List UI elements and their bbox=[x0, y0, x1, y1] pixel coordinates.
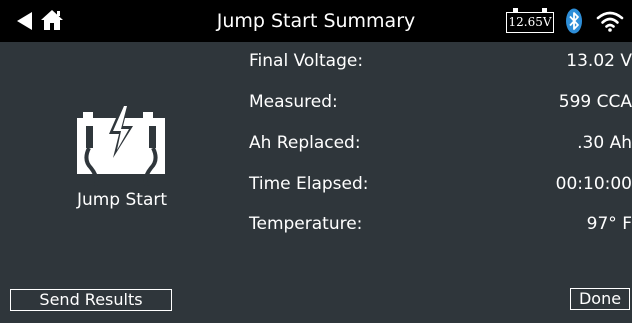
back-arrow-icon[interactable] bbox=[14, 11, 36, 31]
result-label: Final Voltage: bbox=[249, 51, 364, 71]
jump-start-icon bbox=[73, 100, 171, 187]
result-row-final-voltage: Final Voltage: 13.02 V bbox=[249, 48, 632, 74]
home-icon[interactable] bbox=[40, 9, 64, 31]
result-value: 97° F bbox=[586, 214, 632, 234]
result-row-temperature: Temperature: 97° F bbox=[249, 211, 632, 237]
result-label: Temperature: bbox=[249, 214, 363, 234]
result-value: .30 Ah bbox=[577, 133, 632, 153]
battery-voltage: 12.65V bbox=[506, 12, 554, 33]
result-value: 00:10:00 bbox=[555, 174, 632, 194]
result-row-time-elapsed: Time Elapsed: 00:10:00 bbox=[249, 171, 632, 197]
send-results-button[interactable]: Send Results bbox=[10, 289, 172, 311]
header-bar: Jump Start Summary 12.65V bbox=[0, 0, 632, 42]
result-value: 13.02 V bbox=[566, 51, 632, 71]
result-label: Ah Replaced: bbox=[249, 133, 361, 153]
result-row-ah-replaced: Ah Replaced: .30 Ah bbox=[249, 130, 632, 156]
wifi-icon bbox=[595, 9, 625, 33]
done-button[interactable]: Done bbox=[570, 288, 630, 310]
result-row-measured: Measured: 599 CCA bbox=[249, 89, 632, 115]
battery-icon: 12.65V bbox=[506, 8, 558, 34]
result-label: Time Elapsed: bbox=[249, 174, 369, 194]
result-label: Measured: bbox=[249, 92, 338, 112]
result-value: 599 CCA bbox=[558, 92, 632, 112]
jump-start-label: Jump Start bbox=[76, 190, 168, 210]
bluetooth-icon bbox=[565, 8, 583, 34]
